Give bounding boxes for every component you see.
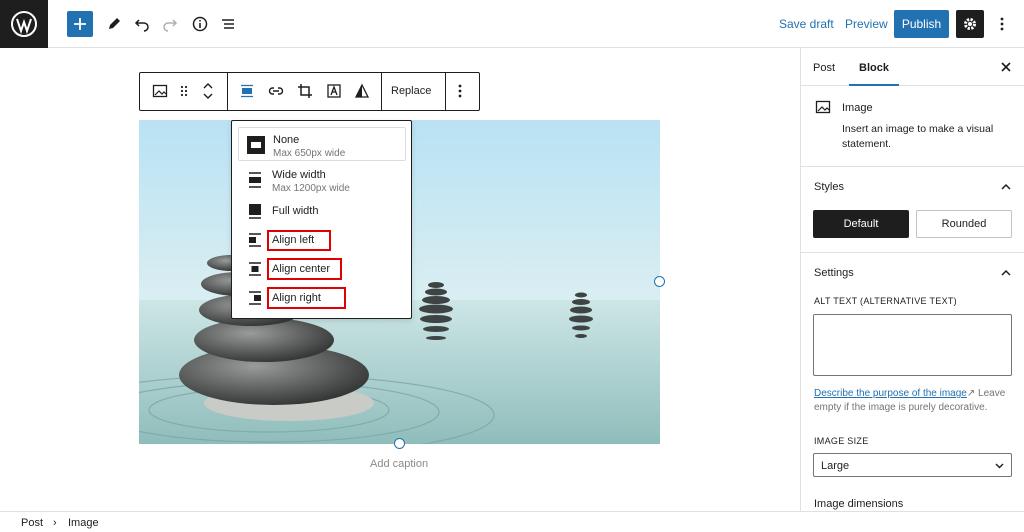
- pencil-icon: [109, 18, 120, 29]
- align-option-label: Full width: [272, 205, 319, 217]
- details-button[interactable]: [186, 10, 214, 38]
- align-left-icon: [249, 233, 261, 247]
- link-icon: [268, 87, 284, 95]
- move-up-down-button[interactable]: [196, 79, 220, 103]
- redo-icon: [163, 19, 178, 32]
- breadcrumb-post[interactable]: Post: [21, 517, 43, 529]
- style-default-button[interactable]: Default: [813, 210, 909, 238]
- settings-heading[interactable]: Settings: [814, 267, 854, 279]
- crop-icon: [298, 84, 312, 98]
- drag-handle[interactable]: [172, 79, 196, 103]
- chevron-up-icon[interactable]: [1001, 268, 1011, 278]
- text-overlay-icon: [327, 84, 341, 98]
- chevron-up-down-icon: [203, 83, 213, 99]
- list-view-icon: [222, 19, 234, 29]
- toolbar-divider: [381, 73, 382, 110]
- image-size-select[interactable]: Large: [813, 453, 1012, 477]
- undo-button[interactable]: [128, 10, 156, 38]
- breadcrumb: Post › Image: [0, 511, 1024, 532]
- image-size-value: Large: [821, 460, 850, 472]
- styles-heading[interactable]: Styles: [814, 181, 844, 193]
- block-toolbar: Replace: [139, 72, 480, 111]
- align-full-icon: [249, 204, 261, 219]
- settings-button[interactable]: [956, 10, 984, 38]
- replace-button[interactable]: Replace: [391, 85, 431, 97]
- tab-block[interactable]: Block: [859, 62, 889, 74]
- block-options-button[interactable]: [448, 79, 472, 103]
- align-wide-icon: [249, 172, 261, 188]
- image-icon: [815, 100, 831, 114]
- sidebar-tabs: Post Block: [801, 48, 1024, 86]
- alignment-menu: None Max 650px wide Wide width Max 1200p…: [231, 120, 412, 319]
- caption-placeholder[interactable]: Add caption: [370, 458, 428, 470]
- align-none-icon: [241, 84, 253, 98]
- wordpress-icon: [11, 11, 37, 37]
- highlight-box-align-center: [267, 258, 342, 280]
- tab-post[interactable]: Post: [813, 62, 835, 74]
- external-link-icon: ↗: [966, 388, 976, 399]
- resize-handle-bottom[interactable]: [394, 438, 405, 449]
- image-icon: [152, 84, 168, 98]
- image-dimensions-label: Image dimensions: [814, 498, 904, 510]
- align-option-wide[interactable]: Wide width Max 1200px wide: [238, 163, 406, 195]
- duotone-button[interactable]: [350, 79, 374, 103]
- align-none-icon: [247, 136, 265, 154]
- block-card-description: Insert an image to make a visual stateme…: [842, 123, 994, 150]
- drag-icon: [180, 85, 188, 97]
- publish-button[interactable]: Publish: [894, 10, 949, 38]
- preview-button[interactable]: Preview: [845, 17, 888, 31]
- tools-button[interactable]: [100, 10, 128, 38]
- save-draft-button[interactable]: Save draft: [779, 17, 834, 31]
- breadcrumb-separator-icon: ›: [53, 517, 57, 529]
- close-icon[interactable]: [1001, 62, 1011, 72]
- link-button[interactable]: [264, 79, 288, 103]
- align-right-icon: [249, 291, 261, 305]
- list-view-button[interactable]: [214, 10, 242, 38]
- duotone-icon: [354, 83, 370, 98]
- block-card-title: Image: [842, 102, 873, 114]
- align-option-label: None: [273, 134, 300, 146]
- redo-button[interactable]: [156, 10, 184, 38]
- align-option-sub: Max 1200px wide: [272, 183, 350, 194]
- toolbar-divider: [445, 73, 446, 110]
- image-size-label: IMAGE SIZE: [814, 436, 869, 446]
- align-button[interactable]: [235, 79, 259, 103]
- text-overlay-button[interactable]: [322, 79, 346, 103]
- chevron-up-icon[interactable]: [1001, 182, 1011, 192]
- gear-icon: [964, 18, 976, 30]
- align-center-icon: [249, 262, 261, 276]
- resize-handle-right[interactable]: [654, 276, 665, 287]
- alt-text-input[interactable]: [813, 314, 1012, 376]
- more-vertical-icon: [458, 84, 462, 98]
- align-option-label: Wide width: [272, 169, 326, 181]
- options-button[interactable]: [990, 10, 1014, 38]
- alt-text-help: Describe the purpose of the image↗ Leave…: [814, 387, 1014, 415]
- describe-purpose-link[interactable]: Describe the purpose of the image: [814, 388, 967, 399]
- alt-text-label: ALT TEXT (ALTERNATIVE TEXT): [814, 296, 957, 306]
- plus-icon: [74, 18, 86, 30]
- align-option-none[interactable]: None Max 650px wide: [238, 127, 406, 161]
- style-rounded-button[interactable]: Rounded: [916, 210, 1012, 238]
- wordpress-logo[interactable]: [0, 0, 48, 48]
- align-option-sub: Max 650px wide: [273, 148, 346, 159]
- info-icon: [192, 16, 208, 32]
- settings-sidebar: Post Block Image Insert an image to make…: [800, 48, 1024, 511]
- more-vertical-icon: [1000, 17, 1004, 31]
- add-block-button[interactable]: [67, 11, 93, 37]
- align-option-full[interactable]: Full width: [238, 199, 406, 223]
- undo-icon: [134, 19, 149, 32]
- highlight-box-align-right: [267, 287, 346, 309]
- toolbar-divider: [227, 73, 228, 110]
- editor-header: Save draft Preview Publish: [48, 0, 1024, 48]
- block-card: Image Insert an image to make a visual s…: [801, 86, 1024, 167]
- block-type-button[interactable]: [148, 79, 172, 103]
- highlight-box-align-left: [267, 230, 331, 251]
- breadcrumb-image[interactable]: Image: [68, 517, 99, 529]
- crop-button[interactable]: [293, 79, 317, 103]
- chevron-down-icon: [995, 463, 1004, 469]
